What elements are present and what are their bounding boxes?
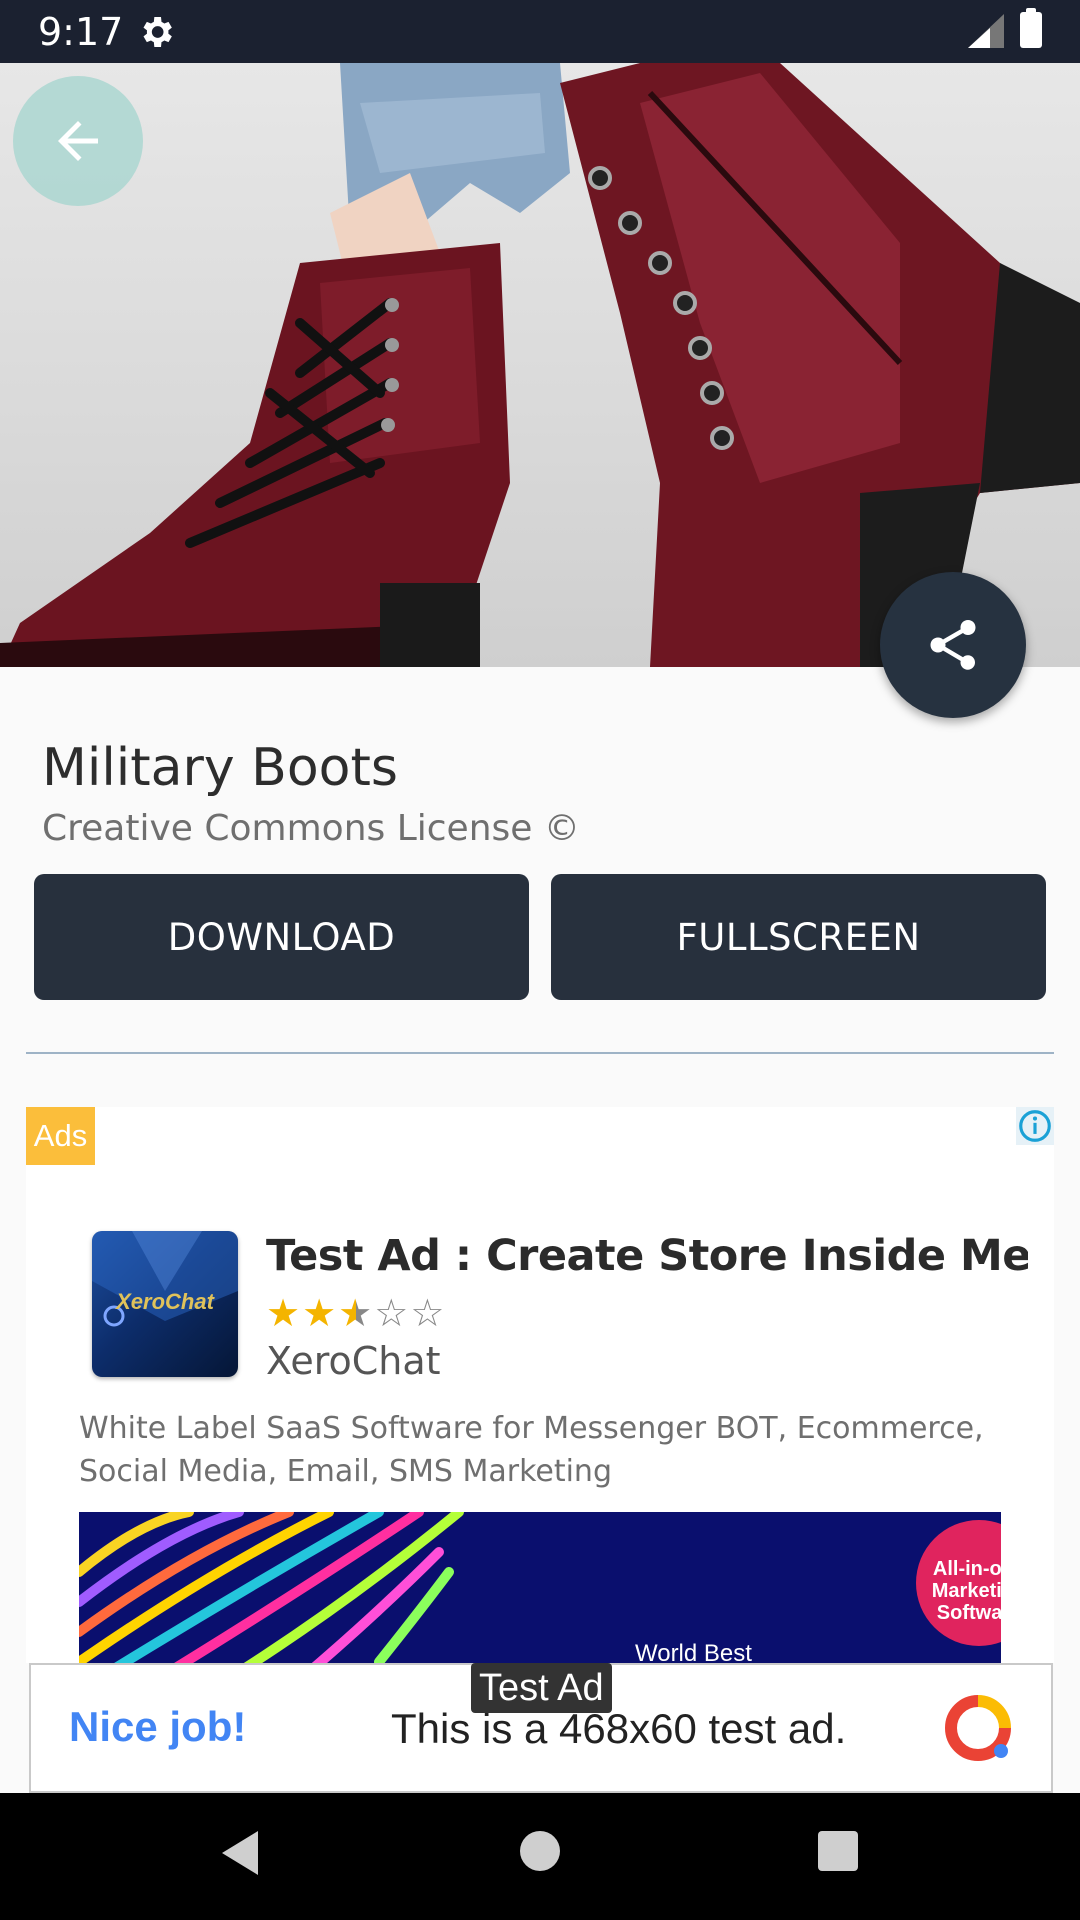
- star-rating: ★★★☆☆: [266, 1291, 446, 1336]
- star-full-icon: ★: [302, 1293, 339, 1335]
- hero-image: [0, 63, 1080, 667]
- recents-square-icon[interactable]: [818, 1831, 858, 1871]
- star-empty-icon: ☆: [374, 1293, 411, 1335]
- banner-ad[interactable]: Nice job! This is a 468x60 test ad. Test…: [29, 1663, 1053, 1793]
- divider: [26, 1052, 1054, 1054]
- page-title: Military Boots: [42, 738, 398, 798]
- ad-image-caption: World Best: [635, 1640, 752, 1663]
- boots-illustration: [0, 63, 1080, 667]
- arrow-left-icon: [58, 121, 98, 161]
- ad-headline[interactable]: Test Ad : Create Store Inside Messe: [266, 1231, 1028, 1281]
- ad-media-image[interactable]: All-in-one Marketing Software World Best: [79, 1512, 1001, 1663]
- status-bar: 9:17: [0, 0, 1080, 63]
- star-half-icon: ★: [338, 1293, 375, 1335]
- fullscreen-button[interactable]: FULLSCREEN: [551, 874, 1046, 1000]
- ads-badge: Ads: [26, 1107, 95, 1165]
- signal-icon: [968, 14, 1004, 48]
- ad-body: White Label SaaS Software for Messenger …: [79, 1411, 984, 1489]
- ad-logo-text: XeroChat: [116, 1289, 214, 1314]
- battery-icon: [1020, 8, 1042, 48]
- share-button[interactable]: [880, 572, 1026, 718]
- home-circle-icon[interactable]: [520, 1831, 560, 1871]
- star-full-icon: ★: [266, 1293, 303, 1335]
- test-ad-label: Test Ad: [471, 1663, 612, 1713]
- info-icon[interactable]: [1016, 1107, 1054, 1145]
- ad-media-graphic: [79, 1512, 464, 1663]
- native-ad[interactable]: Ads XeroChat Test Ad : Create Store Insi…: [26, 1107, 1054, 1663]
- banner-nice-text: Nice job!: [69, 1703, 247, 1750]
- gear-icon: [143, 17, 172, 47]
- license-text: Creative Commons License ©: [42, 808, 580, 849]
- banner-text: This is a 468x60 test ad.: [391, 1705, 847, 1752]
- back-triangle-icon[interactable]: [218, 1829, 262, 1877]
- share-icon: [930, 620, 976, 670]
- status-time: 9:17: [38, 10, 124, 54]
- back-button[interactable]: [13, 76, 143, 206]
- ad-advertiser: XeroChat: [266, 1339, 441, 1383]
- admob-logo-icon: [945, 1695, 1011, 1761]
- navigation-bar: [0, 1793, 1080, 1920]
- ad-logo[interactable]: XeroChat: [92, 1231, 238, 1377]
- star-empty-icon: ☆: [410, 1293, 447, 1335]
- download-button[interactable]: DOWNLOAD: [34, 874, 529, 1000]
